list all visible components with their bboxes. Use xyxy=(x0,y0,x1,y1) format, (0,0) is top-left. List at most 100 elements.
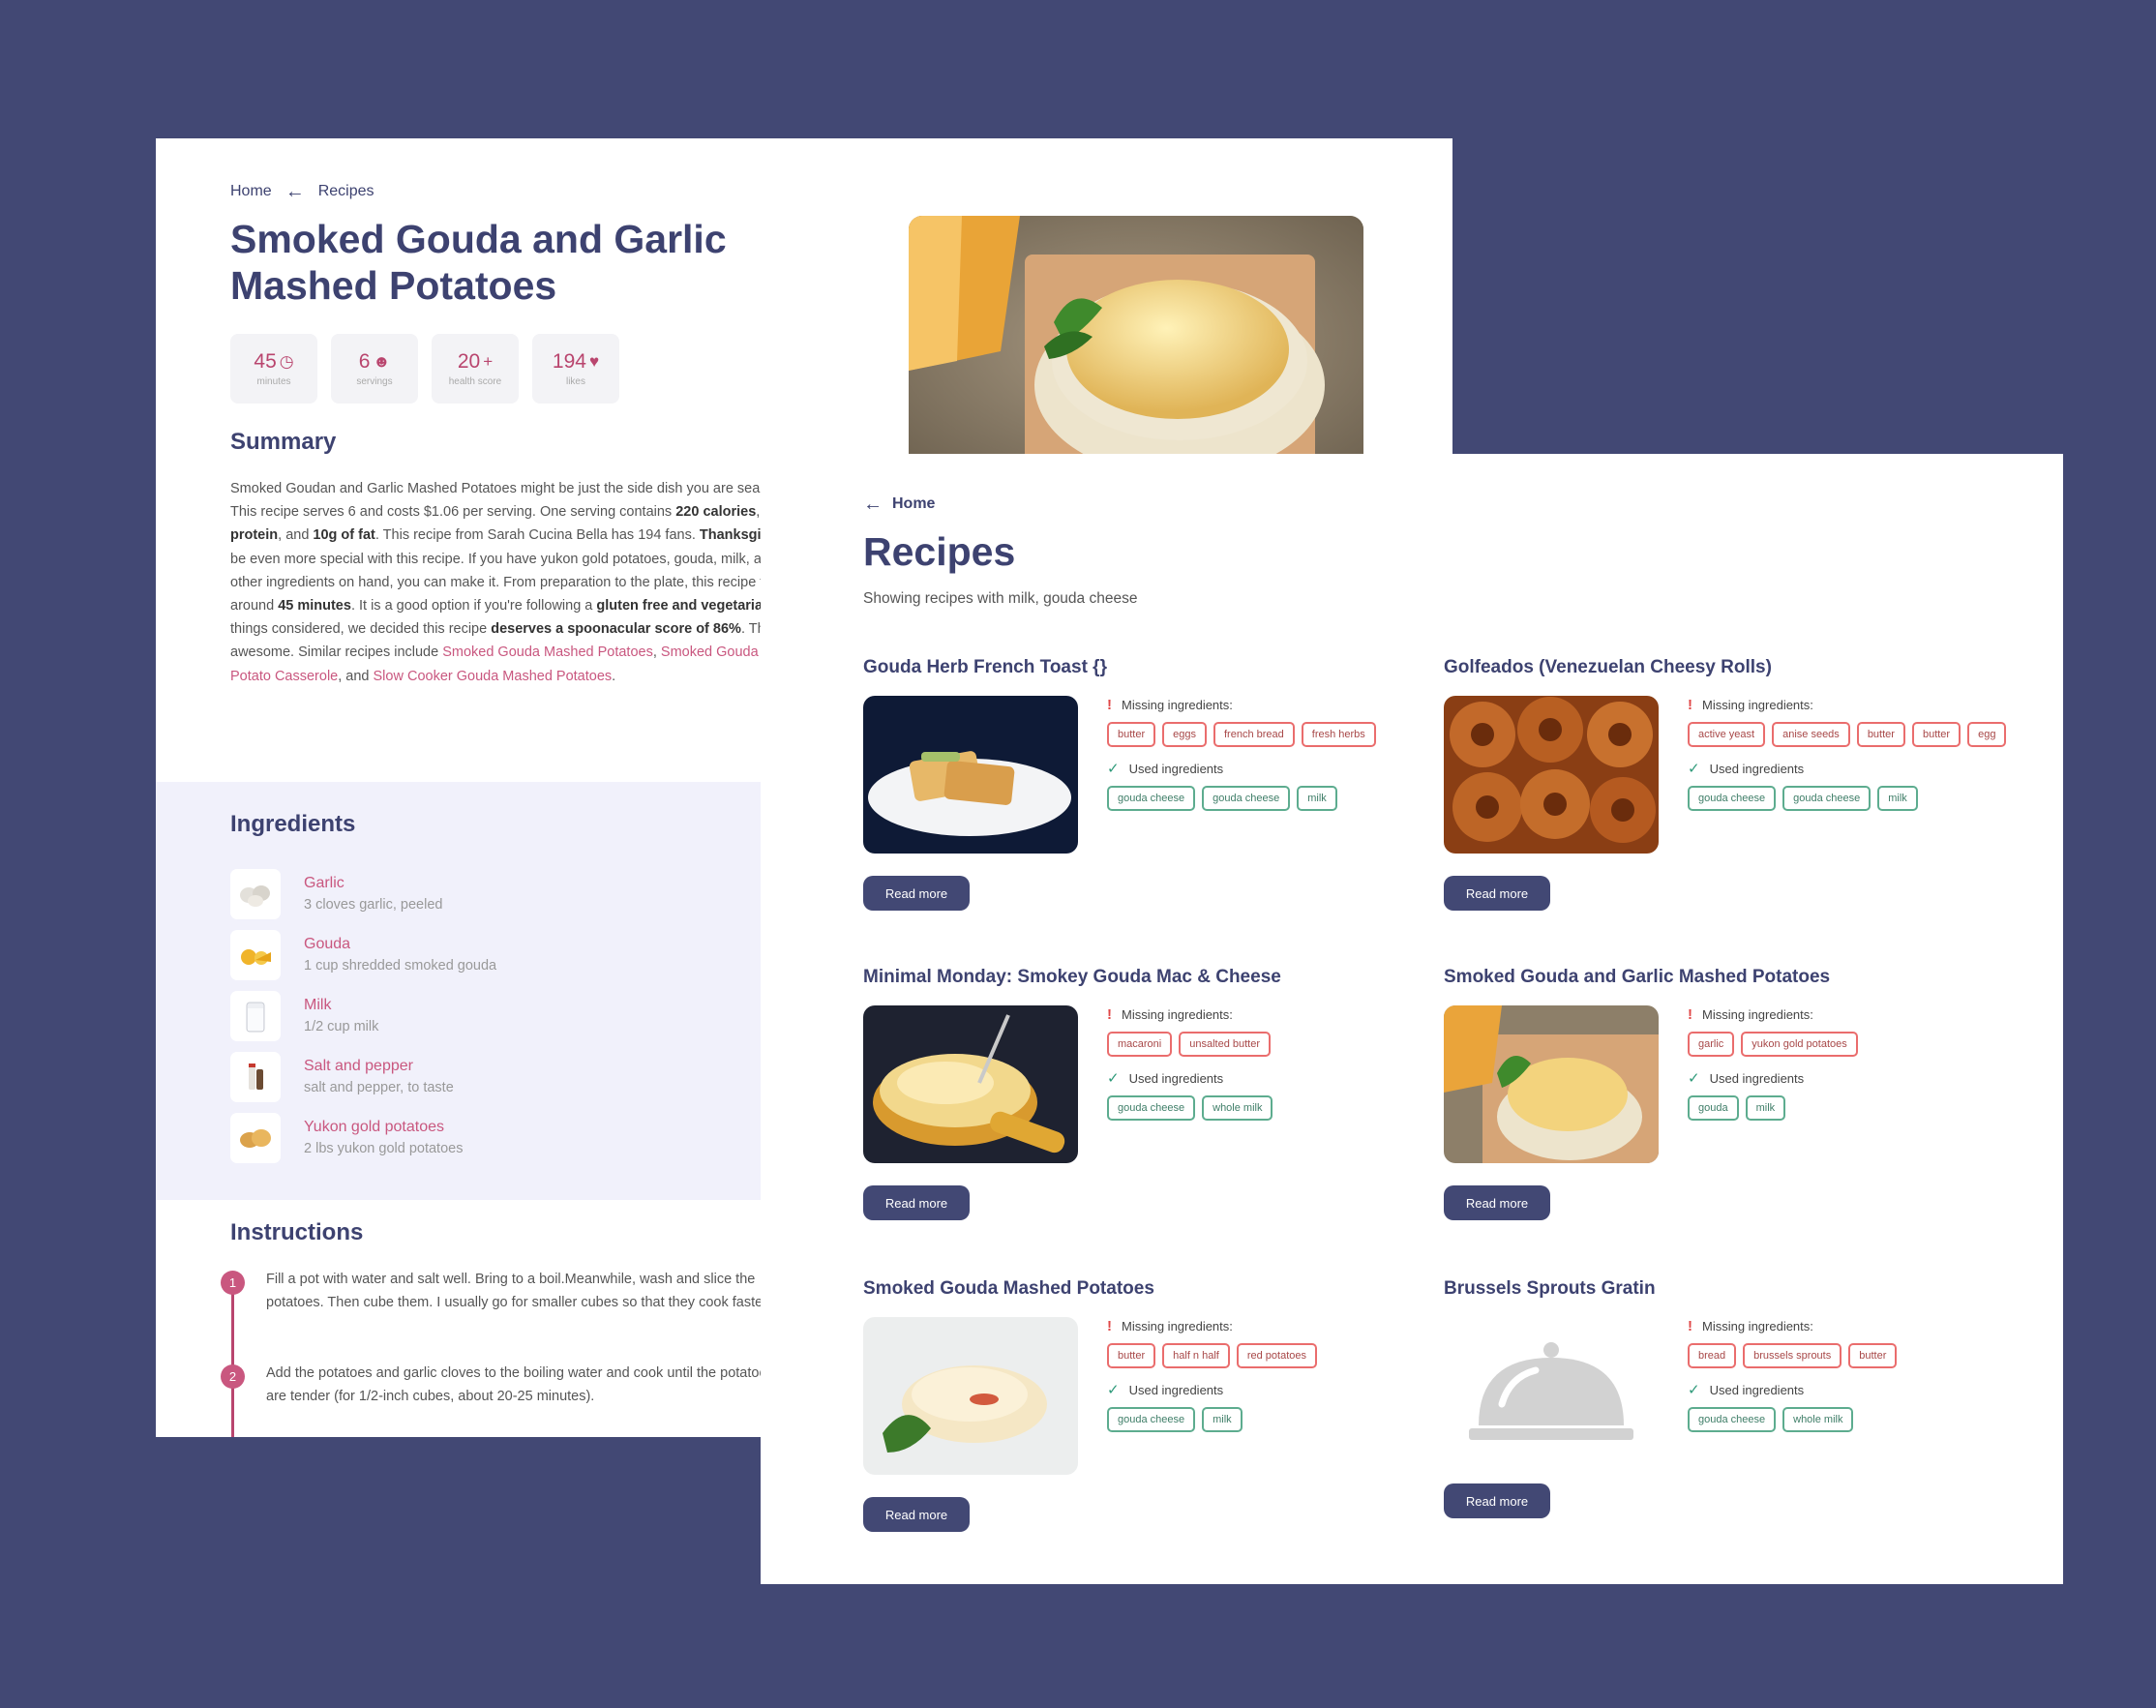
used-ingredient-tag: milk xyxy=(1877,786,1918,811)
ingredient-name: Salt and pepper xyxy=(304,1058,413,1074)
potato-icon xyxy=(230,1112,281,1163)
recipe-title[interactable]: Golfeados (Venezuelan Cheesy Rolls) xyxy=(1444,657,1772,678)
recipe-image[interactable] xyxy=(1444,696,1659,854)
exclamation-icon: ! xyxy=(1107,1006,1112,1023)
step-text: Fill a pot with water and salt well. Bri… xyxy=(266,1272,771,1310)
instructions-heading: Instructions xyxy=(230,1219,364,1245)
garlic-icon xyxy=(230,868,281,919)
missing-ingredient-tag: garlic xyxy=(1688,1032,1735,1057)
ingredients-list: Garlic 3 cloves garlic, peeled Gouda 1 cup… xyxy=(230,863,496,1168)
used-ingredient-tag: gouda cheese xyxy=(1107,786,1196,811)
arrow-left-icon: ← xyxy=(863,494,883,515)
recipe-image[interactable] xyxy=(1444,1005,1659,1163)
used-ingredient-tag: whole milk xyxy=(1782,1407,1854,1432)
used-ingredient-tag: milk xyxy=(1745,1095,1786,1121)
missing-ingredient-tag: butter xyxy=(1911,722,1961,747)
used-ingredient-tag: gouda cheese xyxy=(1688,786,1777,811)
missing-label: Missing ingredients: xyxy=(1122,698,1233,712)
used-ingredient-tag: gouda cheese xyxy=(1688,1407,1777,1432)
check-icon: ✓ xyxy=(1107,761,1120,777)
recipe-ingredients-info: ! Missing ingredients: active yeast anise… xyxy=(1688,697,2007,824)
breadcrumb: Home ← Recipes xyxy=(230,182,374,201)
recipe-title[interactable]: Brussels Sprouts Gratin xyxy=(1444,1278,1656,1300)
used-tags: gouda cheese milk xyxy=(1107,1407,1426,1432)
missing-ingredient-tag: macaroni xyxy=(1107,1032,1173,1057)
read-more-button[interactable]: Read more xyxy=(863,1497,970,1532)
missing-tags: macaroni unsalted butter xyxy=(1107,1032,1426,1057)
breadcrumb-home-link[interactable]: Home xyxy=(892,495,935,513)
instructions-timeline xyxy=(231,1280,234,1437)
missing-ingredient-tag: bread xyxy=(1688,1343,1737,1368)
breadcrumb: ← Home xyxy=(863,494,935,514)
stat-minutes: 45 ◷ minutes xyxy=(230,334,317,404)
read-more-button[interactable]: Read more xyxy=(1444,1185,1550,1220)
missing-ingredient-tag: unsalted butter xyxy=(1179,1032,1272,1057)
person-icon: ☻ xyxy=(373,352,391,371)
check-icon: ✓ xyxy=(1107,1070,1120,1087)
stat-likes-label: likes xyxy=(565,376,585,387)
recipe-ingredients-info: ! Missing ingredients: garlic yukon gold … xyxy=(1688,1006,2007,1133)
missing-label: Missing ingredients: xyxy=(1702,698,1813,712)
recipe-image[interactable] xyxy=(863,1005,1078,1163)
milk-icon xyxy=(230,990,281,1041)
recipes-list-page: ← Home Recipes Showing recipes with milk… xyxy=(761,454,2063,1584)
check-icon: ✓ xyxy=(1688,1070,1700,1087)
recipe-image[interactable] xyxy=(863,696,1078,854)
breadcrumb-home-link[interactable]: Home xyxy=(230,183,272,200)
heart-icon: ♥ xyxy=(588,352,600,371)
ingredient-amount: 1/2 cup milk xyxy=(304,1019,379,1034)
exclamation-icon: ! xyxy=(1688,697,1692,713)
clock-icon: ◷ xyxy=(279,352,294,371)
used-tags: gouda cheese gouda cheese milk xyxy=(1107,786,1426,811)
stat-health: 20 + health score xyxy=(432,334,519,404)
read-more-button[interactable]: Read more xyxy=(1444,876,1550,911)
arrow-left-icon: ← xyxy=(284,181,305,202)
recipe-title[interactable]: Minimal Monday: Smokey Gouda Mac & Chees… xyxy=(863,967,1281,988)
recipe-title[interactable]: Smoked Gouda and Garlic Mashed Potatoes xyxy=(1444,967,1830,988)
missing-label: Missing ingredients: xyxy=(1122,1319,1233,1333)
read-more-button[interactable]: Read more xyxy=(1444,1483,1550,1518)
ingredient-amount: salt and pepper, to taste xyxy=(304,1080,454,1095)
missing-ingredient-tag: fresh herbs xyxy=(1301,722,1376,747)
page-title: Smoked Gouda and Garlic Mashed Potatoes xyxy=(230,217,727,308)
ingredient-amount: 1 cup shredded smoked gouda xyxy=(304,958,497,974)
read-more-button[interactable]: Read more xyxy=(863,876,970,911)
ingredient-name: Milk xyxy=(304,997,332,1013)
recipe-title[interactable]: Gouda Herb French Toast {} xyxy=(863,657,1107,678)
recipe-stats: 45 ◷ minutes 6 ☻ servings 20 + health score… xyxy=(230,334,619,404)
stat-likes: 194 ♥ likes xyxy=(532,334,619,404)
breadcrumb-recipes-link[interactable]: Recipes xyxy=(318,183,374,200)
missing-tags: butter half n half red potatoes xyxy=(1107,1343,1426,1368)
recipe-title[interactable]: Smoked Gouda Mashed Potatoes xyxy=(863,1278,1154,1300)
stat-likes-value: 194 xyxy=(552,350,586,373)
missing-ingredient-tag: butter xyxy=(1848,1343,1898,1368)
summary-text: Smoked Goudan and Garlic Mashed Potatoes… xyxy=(230,481,827,684)
stat-servings-label: servings xyxy=(356,376,393,387)
ingredient-item: Salt and pepper salt and pepper, to taste xyxy=(230,1046,496,1107)
missing-ingredient-tag: half n half xyxy=(1162,1343,1230,1368)
used-ingredient-tag: whole milk xyxy=(1202,1095,1273,1121)
recipe-photo xyxy=(909,216,1363,467)
used-label: Used ingredients xyxy=(1709,761,1805,776)
used-tags: gouda cheese whole milk xyxy=(1107,1095,1426,1121)
ingredient-amount: 2 lbs yukon gold potatoes xyxy=(304,1141,464,1156)
similar-recipe-link[interactable]: Smoked Gouda Mashed Potatoes xyxy=(442,644,653,660)
used-tags: gouda cheese gouda cheese milk xyxy=(1688,786,2007,811)
used-tags: gouda milk xyxy=(1688,1095,2007,1121)
recipe-ingredients-info: ! Missing ingredients: bread brussels spr… xyxy=(1688,1318,2007,1445)
missing-ingredient-tag: red potatoes xyxy=(1236,1343,1317,1368)
missing-ingredient-tag: butter xyxy=(1107,722,1156,747)
ingredient-item: Garlic 3 cloves garlic, peeled xyxy=(230,863,496,924)
read-more-button[interactable]: Read more xyxy=(863,1185,970,1220)
similar-recipe-link[interactable]: Slow Cooker Gouda Mashed Potatoes xyxy=(374,669,613,684)
ingredient-name: Garlic xyxy=(304,875,344,891)
missing-ingredient-tag: brussels sprouts xyxy=(1743,1343,1842,1368)
used-label: Used ingredients xyxy=(1128,1070,1224,1086)
cloche-placeholder-icon[interactable] xyxy=(1444,1317,1659,1475)
missing-tags: active yeast anise seeds butter butter e… xyxy=(1688,722,2007,747)
used-ingredient-tag: milk xyxy=(1297,786,1337,811)
used-ingredient-tag: gouda cheese xyxy=(1782,786,1872,811)
exclamation-icon: ! xyxy=(1107,697,1112,713)
recipe-image[interactable] xyxy=(863,1317,1078,1475)
missing-ingredient-tag: egg xyxy=(1967,722,2007,747)
